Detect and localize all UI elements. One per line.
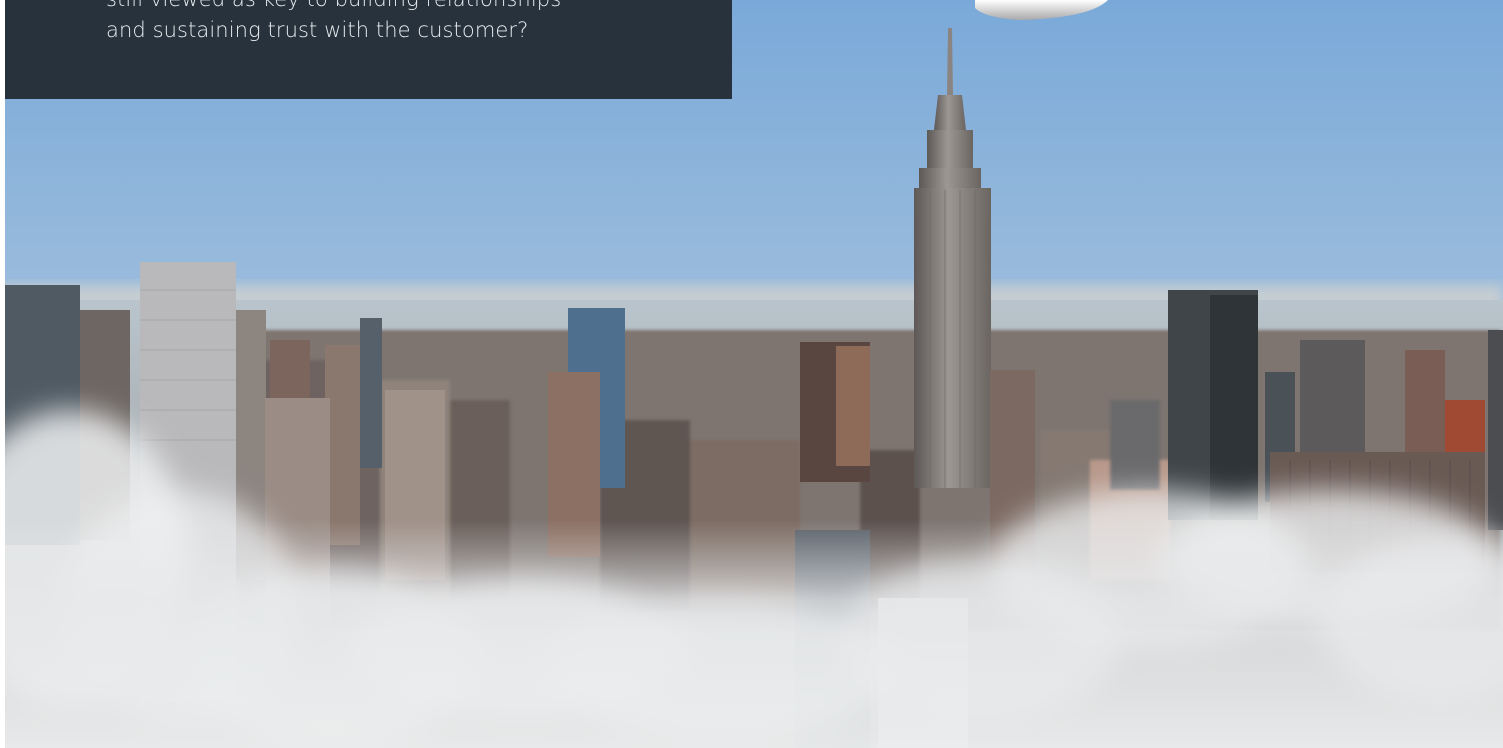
city-skyline-photo: [0, 0, 1503, 748]
quote-line-2: and sustaining trust with the customer?: [106, 18, 529, 42]
photo-page: still viewed as key to building relation…: [0, 0, 1503, 748]
quote-line-1: still viewed as key to building relation…: [106, 0, 561, 12]
left-page-edge: [0, 0, 5, 748]
quote-panel: still viewed as key to building relation…: [5, 0, 732, 99]
